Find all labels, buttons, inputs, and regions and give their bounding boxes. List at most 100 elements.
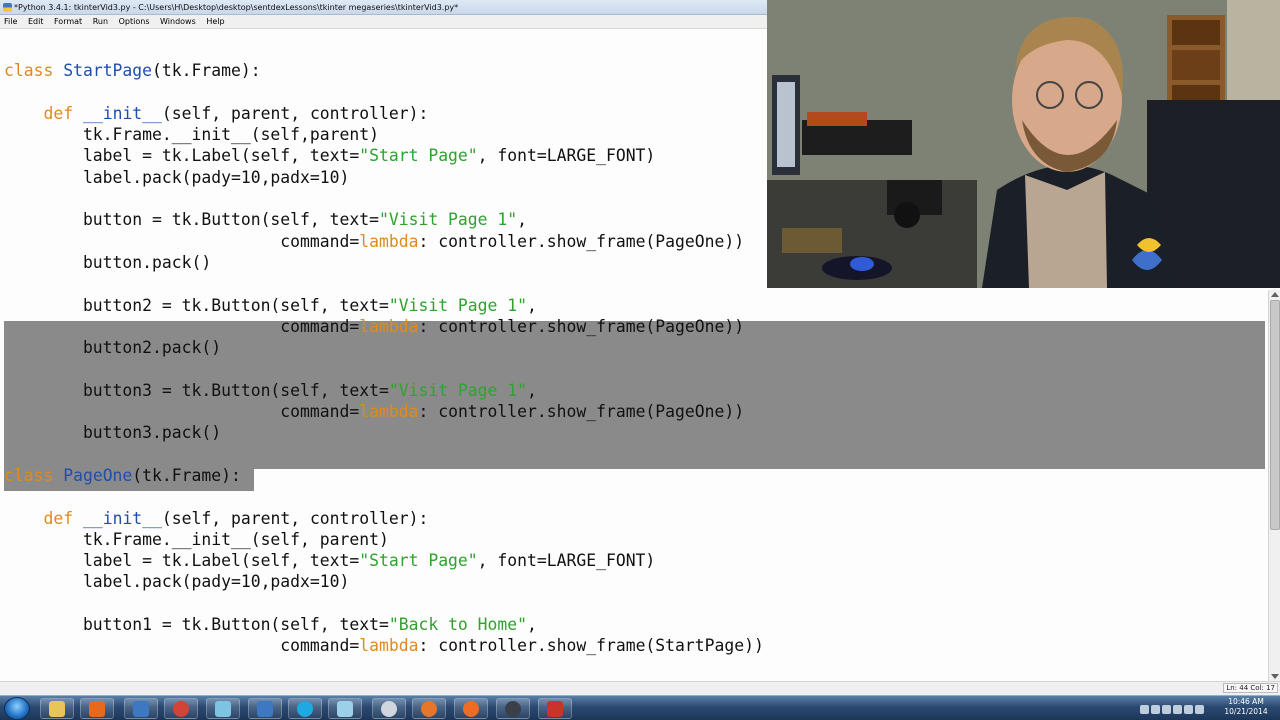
code-line[interactable]: command=lambda: controller.show_frame(Pa… — [4, 316, 764, 337]
taskbar-clock[interactable]: 10:46 AM 10/21/2014 — [1222, 697, 1270, 717]
status-bar: Ln: 44 Col: 17 — [0, 681, 1280, 695]
code-line[interactable] — [4, 486, 764, 507]
code-token: "Start Page" — [359, 551, 478, 571]
code-line[interactable]: label.pack(pady=10,padx=10) — [4, 167, 764, 188]
vertical-scrollbar[interactable] — [1268, 290, 1280, 681]
menu-file[interactable]: File — [0, 15, 21, 29]
code-token: , — [527, 615, 537, 635]
skype-icon — [297, 701, 313, 717]
firefox-taskbar-button[interactable] — [412, 698, 446, 719]
code-line[interactable]: label = tk.Label(self, text="Start Page"… — [4, 550, 764, 571]
notepad-icon — [215, 701, 231, 717]
code-token: : controller.show_frame(PageOne)) — [418, 316, 745, 336]
code-token: , — [527, 295, 537, 315]
tray-app-icon[interactable] — [1173, 705, 1182, 714]
code-token: command= — [4, 316, 360, 336]
cursor-position: Ln: 44 Col: 17 — [1223, 683, 1278, 693]
menu-options[interactable]: Options — [115, 15, 154, 29]
python-icon — [257, 701, 273, 717]
code-token: button1 = tk.Button(self, text= — [4, 615, 389, 635]
code-token: label.pack(pady=10,padx=10) — [4, 167, 350, 187]
code-token: "Visit Page 1" — [388, 295, 528, 315]
volume-icon[interactable] — [1184, 705, 1193, 714]
code-line[interactable]: class StartPage(tk.Frame): — [4, 60, 764, 81]
chrome-taskbar-button[interactable] — [164, 698, 198, 719]
code-line[interactable]: button = tk.Button(self, text="Visit Pag… — [4, 209, 764, 230]
code-line[interactable]: command=lambda: controller.show_frame(St… — [4, 635, 764, 656]
files-taskbar-button[interactable] — [328, 698, 362, 719]
clock-date: 10/21/2014 — [1224, 707, 1268, 716]
idle-taskbar-button[interactable] — [124, 698, 158, 719]
code-token: class — [4, 465, 64, 485]
code-line[interactable]: command=lambda: controller.show_frame(Pa… — [4, 401, 764, 422]
settings-taskbar-button[interactable] — [372, 698, 406, 719]
code-line[interactable]: tk.Frame.__init__(self,parent) — [4, 124, 764, 145]
code-line[interactable]: button.pack() — [4, 252, 764, 273]
code-line[interactable]: tk.Frame.__init__(self, parent) — [4, 529, 764, 550]
obs-icon — [505, 701, 521, 717]
code-line[interactable] — [4, 593, 764, 614]
scroll-up-icon[interactable] — [1271, 292, 1279, 297]
code-token: button = tk.Button(self, text= — [4, 210, 379, 230]
editor-taskbar-button[interactable] — [538, 698, 572, 719]
code-line[interactable]: button2.pack() — [4, 337, 764, 358]
media-taskbar-button[interactable] — [80, 698, 114, 719]
window-titlebar[interactable]: *Python 3.4.1: tkinterVid3.py - C:\Users… — [0, 0, 767, 15]
recorder-taskbar-button[interactable] — [454, 698, 488, 719]
menu-format[interactable]: Format — [50, 15, 86, 29]
code-line[interactable]: def __init__(self, parent, controller): — [4, 103, 764, 124]
code-token: button3.pack() — [4, 423, 222, 443]
skype-taskbar-button[interactable] — [288, 698, 322, 719]
code-line[interactable]: button3.pack() — [4, 422, 764, 443]
code-token: , — [527, 380, 537, 400]
python-icon — [133, 701, 149, 717]
code-line[interactable]: button3 = tk.Button(self, text="Visit Pa… — [4, 380, 764, 401]
tray-arrow-icon[interactable] — [1140, 705, 1149, 714]
menu-run[interactable]: Run — [89, 15, 112, 29]
code-token: , font=LARGE_FONT) — [477, 146, 656, 166]
network-icon[interactable] — [1162, 705, 1171, 714]
python-icon — [3, 3, 12, 12]
scrollbar-thumb[interactable] — [1270, 300, 1280, 530]
code-token: def — [43, 103, 83, 123]
code-token: button2 = tk.Button(self, text= — [4, 295, 389, 315]
code-line[interactable]: label.pack(pady=10,padx=10) — [4, 571, 764, 592]
code-line[interactable]: def __init__(self, parent, controller): — [4, 508, 764, 529]
menu-edit[interactable]: Edit — [24, 15, 48, 29]
code-line[interactable]: label = tk.Label(self, text="Start Page"… — [4, 145, 764, 166]
code-line[interactable]: class PageOne(tk.Frame): — [4, 465, 764, 486]
code-line[interactable]: command=lambda: controller.show_frame(Pa… — [4, 231, 764, 252]
code-line[interactable] — [4, 358, 764, 379]
record-icon — [463, 701, 479, 717]
menu-windows[interactable]: Windows — [156, 15, 200, 29]
code-token: "Back to Home" — [388, 615, 528, 635]
code-line[interactable] — [4, 188, 764, 209]
code-token: "Visit Page 1" — [388, 380, 528, 400]
obs-taskbar-button[interactable] — [496, 698, 530, 719]
explorer-taskbar-button[interactable] — [40, 698, 74, 719]
code-text[interactable]: class StartPage(tk.Frame): def __init__(… — [4, 39, 764, 657]
scroll-down-icon[interactable] — [1271, 674, 1279, 679]
code-token: label = tk.Label(self, text= — [4, 146, 360, 166]
code-token: lambda — [359, 636, 419, 656]
start-button[interactable] — [4, 697, 30, 720]
code-line[interactable]: button1 = tk.Button(self, text="Back to … — [4, 614, 764, 635]
wifi-icon[interactable] — [1195, 705, 1204, 714]
code-line[interactable] — [4, 39, 764, 60]
flag-icon[interactable] — [1151, 705, 1160, 714]
code-token: "Visit Page 1" — [378, 210, 518, 230]
code-line[interactable] — [4, 82, 764, 103]
code-token: : controller.show_frame(PageOne)) — [418, 402, 745, 422]
notepad-taskbar-button[interactable] — [206, 698, 240, 719]
system-tray[interactable] — [1140, 699, 1220, 718]
menu-help[interactable]: Help — [202, 15, 228, 29]
code-token: PageOne — [63, 465, 133, 485]
code-token: button.pack() — [4, 252, 212, 272]
folder-icon — [49, 701, 65, 717]
code-line[interactable] — [4, 273, 764, 294]
code-line[interactable] — [4, 444, 764, 465]
code-token: : controller.show_frame(PageOne)) — [418, 231, 745, 251]
code-line[interactable]: button2 = tk.Button(self, text="Visit Pa… — [4, 295, 764, 316]
idle2-taskbar-button[interactable] — [248, 698, 282, 719]
